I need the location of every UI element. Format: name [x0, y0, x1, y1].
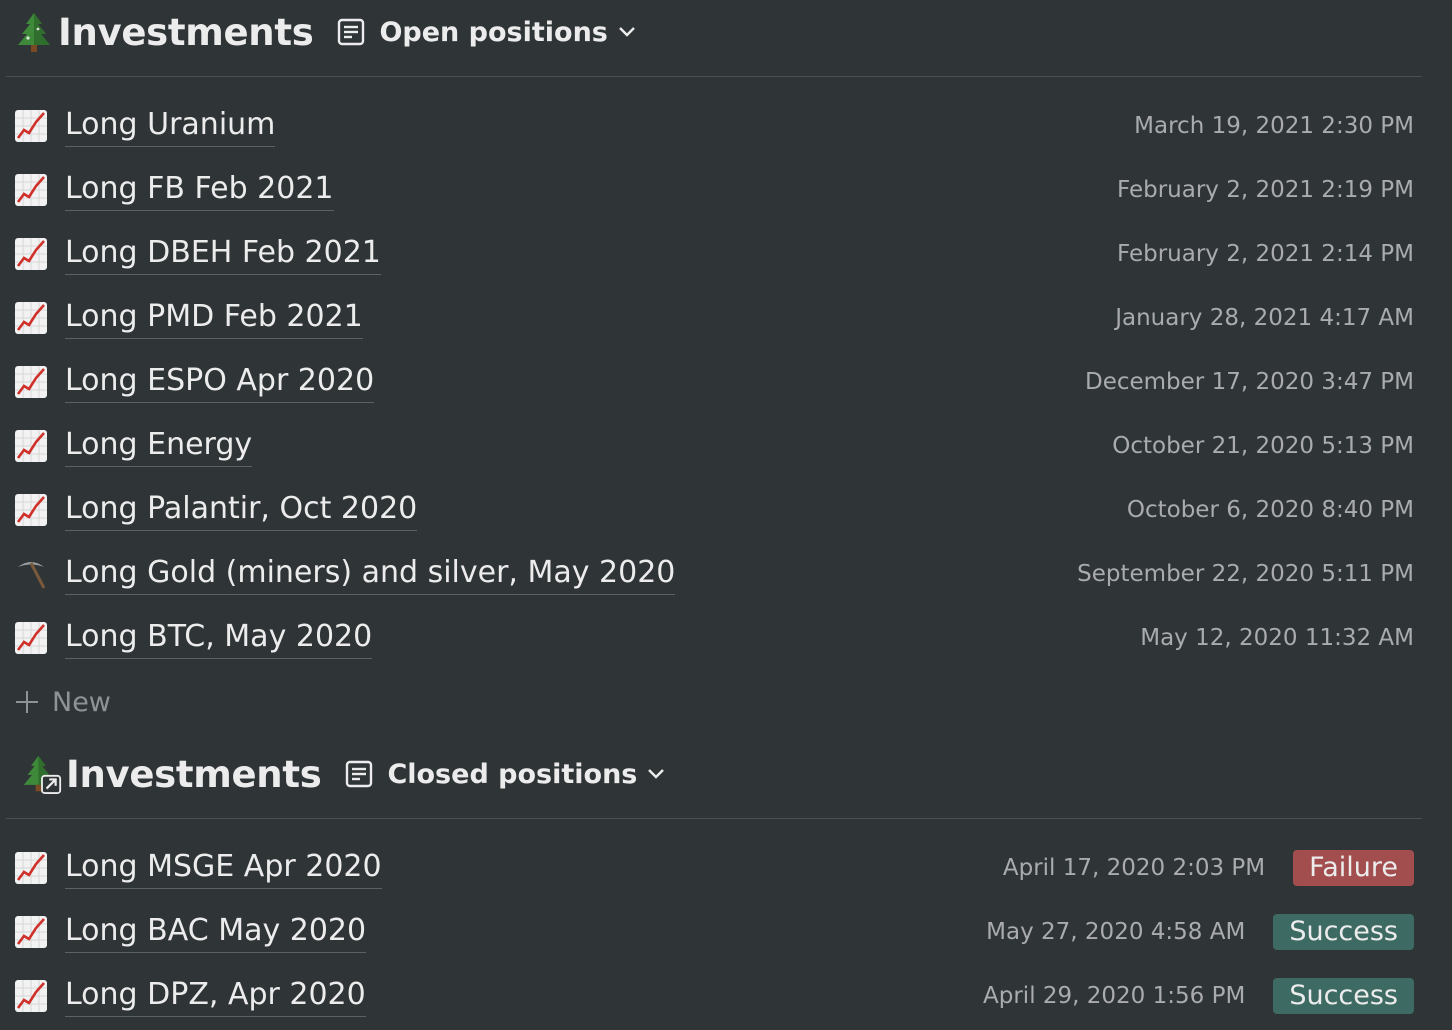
chart-increasing-icon[interactable]: [10, 361, 52, 403]
divider: [6, 76, 1422, 77]
chart-increasing-icon[interactable]: [10, 425, 52, 467]
item-title[interactable]: Long Gold (miners) and silver, May 2020: [65, 554, 676, 595]
created-date: April 29, 2020 1:56 PM: [983, 983, 1246, 1009]
list-item[interactable]: Long Energy October 21, 2020 5:13 PM: [10, 418, 1414, 474]
item-title[interactable]: Long Uranium: [65, 106, 276, 147]
item-title[interactable]: Long BAC May 2020: [65, 912, 367, 953]
chart-increasing-icon[interactable]: [10, 297, 52, 339]
list-item[interactable]: Long Gold (miners) and silver, May 2020 S…: [10, 546, 1414, 602]
list-item[interactable]: Long Uranium March 19, 2021 2:30 PM: [10, 98, 1414, 154]
item-title[interactable]: Long Energy: [65, 426, 253, 467]
created-date: September 22, 2020 5:11 PM: [1077, 561, 1414, 587]
chart-increasing-icon[interactable]: [10, 617, 52, 659]
chart-increasing-icon[interactable]: [10, 975, 52, 1017]
status-badge: Success: [1273, 978, 1414, 1014]
list-item[interactable]: Long BTC, May 2020 May 12, 2020 11:32 AM: [10, 610, 1414, 666]
chart-increasing-icon[interactable]: [10, 233, 52, 275]
list-item[interactable]: Long BAC May 2020 May 27, 2020 4:58 AM Suc…: [10, 904, 1414, 960]
list-item[interactable]: Long ESPO Apr 2020 December 17, 2020 3:47…: [10, 354, 1414, 410]
item-title[interactable]: Long Palantir, Oct 2020: [65, 490, 418, 531]
view-label: Closed positions: [387, 758, 638, 790]
tree-linked-icon[interactable]: [22, 752, 62, 796]
notion-page: Investments Open positions Long Uranium M…: [0, 0, 1452, 1030]
pick-icon[interactable]: [10, 553, 52, 595]
list-view-icon: [346, 760, 373, 788]
item-title[interactable]: Long DPZ, Apr 2020: [65, 976, 366, 1017]
closed-db-header: Investments Closed positions: [22, 744, 1422, 804]
chevron-down-icon: [619, 27, 635, 37]
item-title[interactable]: Long ESPO Apr 2020: [65, 362, 375, 403]
tree-icon[interactable]: [14, 10, 54, 54]
list-item[interactable]: Long PMD Feb 2021 January 28, 2021 4:17 A…: [10, 290, 1414, 346]
chevron-down-icon: [648, 769, 665, 779]
list-view-icon: [338, 18, 365, 46]
chart-increasing-icon[interactable]: [10, 911, 52, 953]
created-date: October 6, 2020 8:40 PM: [1126, 497, 1414, 523]
list-item[interactable]: Long DPZ, Apr 2020 April 29, 2020 1:56 PM…: [10, 968, 1414, 1024]
item-title[interactable]: Long FB Feb 2021: [65, 170, 334, 211]
view-label: Open positions: [379, 16, 608, 48]
view-switcher[interactable]: Open positions: [337, 17, 635, 48]
created-date: February 2, 2021 2:19 PM: [1116, 177, 1414, 203]
plus-icon: [16, 691, 38, 713]
created-date: December 17, 2020 3:47 PM: [1085, 369, 1414, 395]
item-title[interactable]: Long BTC, May 2020: [65, 618, 373, 659]
item-title[interactable]: Long MSGE Apr 2020: [65, 848, 382, 889]
new-label: New: [52, 686, 111, 718]
created-date: February 2, 2021 2:14 PM: [1116, 241, 1414, 267]
db-title[interactable]: Investments: [66, 753, 322, 796]
db-title[interactable]: Investments: [58, 11, 314, 54]
chart-increasing-icon[interactable]: [10, 169, 52, 211]
created-date: March 19, 2021 2:30 PM: [1134, 113, 1414, 139]
created-date: January 28, 2021 4:17 AM: [1115, 305, 1414, 331]
new-item-button[interactable]: New: [14, 680, 111, 724]
created-date: April 17, 2020 2:03 PM: [1002, 855, 1266, 881]
item-title[interactable]: Long DBEH Feb 2021: [65, 234, 381, 275]
status-badge: Success: [1273, 914, 1414, 950]
status-badge: Failure: [1293, 850, 1414, 886]
list-item[interactable]: Long MSGE Apr 2020 April 17, 2020 2:03 PM…: [10, 840, 1414, 896]
view-switcher[interactable]: Closed positions: [345, 759, 665, 790]
created-date: May 12, 2020 11:32 AM: [1140, 625, 1414, 651]
list-item[interactable]: Long DBEH Feb 2021 February 2, 2021 2:14 …: [10, 226, 1414, 282]
list-item[interactable]: Long Palantir, Oct 2020 October 6, 2020 8…: [10, 482, 1414, 538]
chart-increasing-icon[interactable]: [10, 105, 52, 147]
list-item[interactable]: Long FB Feb 2021 February 2, 2021 2:19 PM: [10, 162, 1414, 218]
created-date: October 21, 2020 5:13 PM: [1112, 433, 1414, 459]
chart-increasing-icon[interactable]: [10, 847, 52, 889]
open-db-header: Investments Open positions: [14, 2, 1422, 62]
created-date: May 27, 2020 4:58 AM: [986, 919, 1246, 945]
chart-increasing-icon[interactable]: [10, 489, 52, 531]
item-title[interactable]: Long PMD Feb 2021: [65, 298, 363, 339]
divider: [6, 818, 1422, 819]
